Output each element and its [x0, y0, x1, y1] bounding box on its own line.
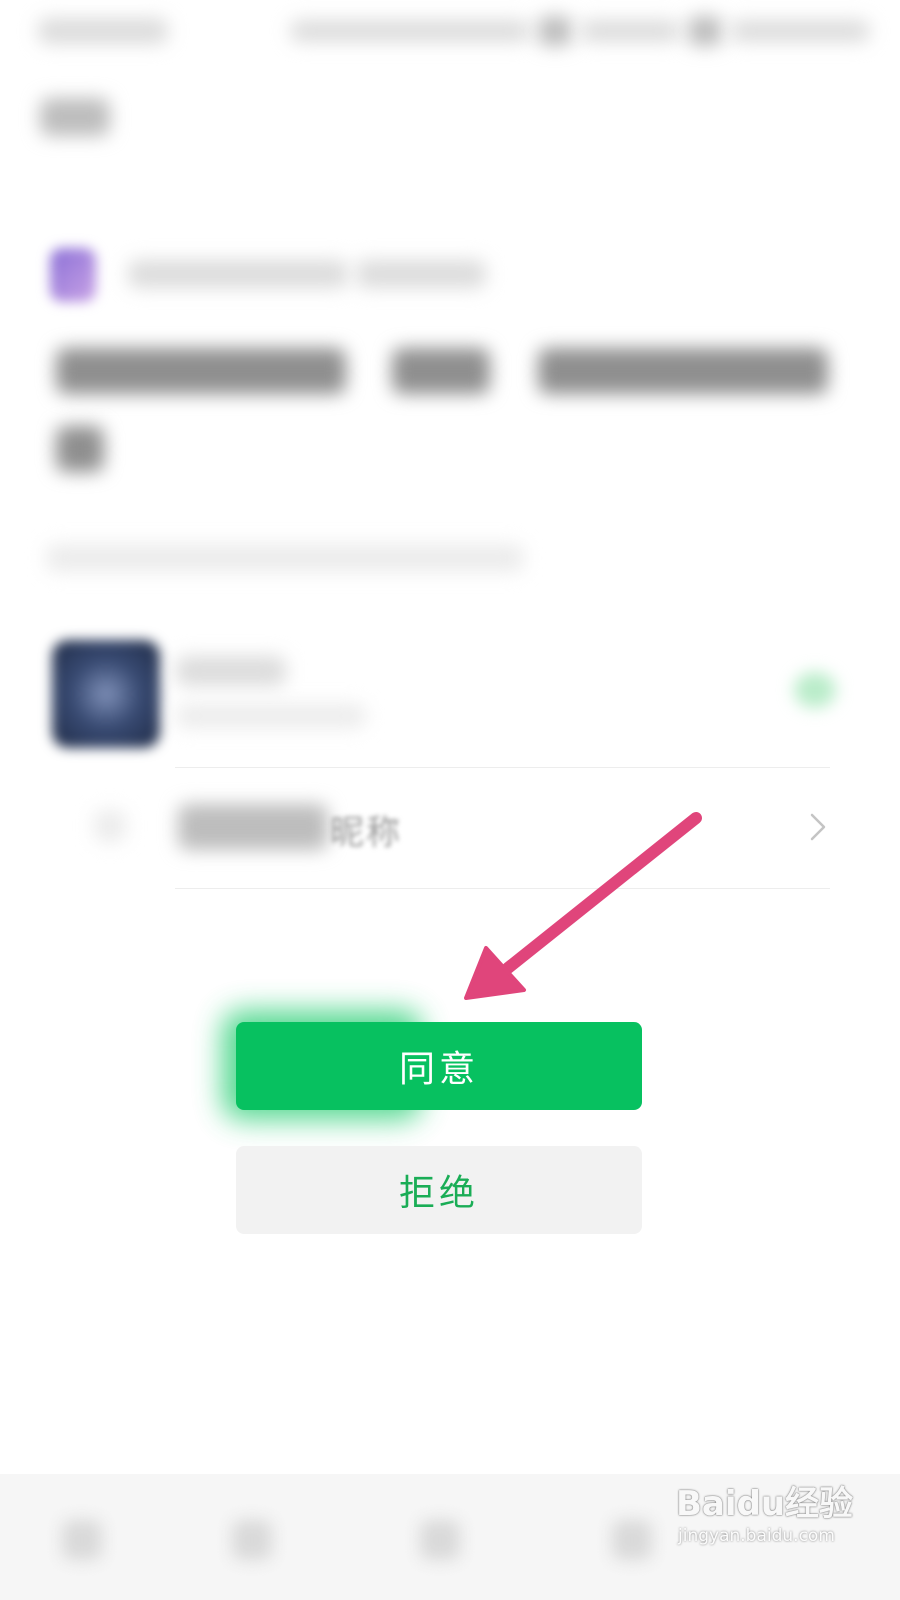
tab-home-icon[interactable] [62, 1520, 102, 1560]
nickname-label: 昵称 [330, 813, 402, 853]
app-identity [50, 240, 510, 310]
divider [175, 767, 830, 768]
nickname-option[interactable] [0, 770, 900, 888]
signal-icon [538, 16, 572, 46]
page-title-line-2 [56, 426, 104, 472]
avatar [52, 640, 160, 748]
page-description [46, 544, 524, 572]
status-bar [0, 0, 900, 70]
app-name [128, 260, 348, 288]
page-title-line-1c [538, 348, 828, 394]
nickname-obscured [178, 804, 328, 850]
authorization-screen: 昵称 同意 拒绝 Baidu经验 jingyan.baidu.com [0, 0, 900, 1600]
battery-icon [730, 20, 870, 42]
status-network [580, 20, 680, 42]
reject-button[interactable]: 拒绝 [236, 1146, 642, 1234]
watermark-brand: Baidu经验 [676, 1484, 854, 1524]
close-button[interactable] [36, 88, 116, 148]
status-info [290, 20, 530, 42]
selected-check-icon[interactable] [794, 672, 836, 708]
app-request [356, 260, 486, 288]
page-title-line-1b [392, 348, 490, 394]
watermark-url: jingyan.baidu.com [678, 1526, 835, 1546]
page-title-line-1a [56, 348, 346, 394]
app-logo-icon [50, 248, 96, 302]
tab-me-icon[interactable] [612, 1520, 652, 1560]
tab-contacts-icon[interactable] [232, 1520, 272, 1560]
watermark: Baidu经验 jingyan.baidu.com [676, 1466, 876, 1576]
profile-name [176, 656, 286, 686]
profile-subtitle [176, 704, 366, 728]
agree-button[interactable]: 同意 [236, 1022, 642, 1110]
close-icon [40, 98, 110, 136]
wifi-icon [688, 16, 722, 46]
radio-icon [94, 810, 126, 842]
divider [175, 888, 830, 889]
chevron-right-icon [810, 813, 826, 841]
status-time [38, 18, 168, 44]
tab-discover-icon[interactable] [420, 1520, 460, 1560]
